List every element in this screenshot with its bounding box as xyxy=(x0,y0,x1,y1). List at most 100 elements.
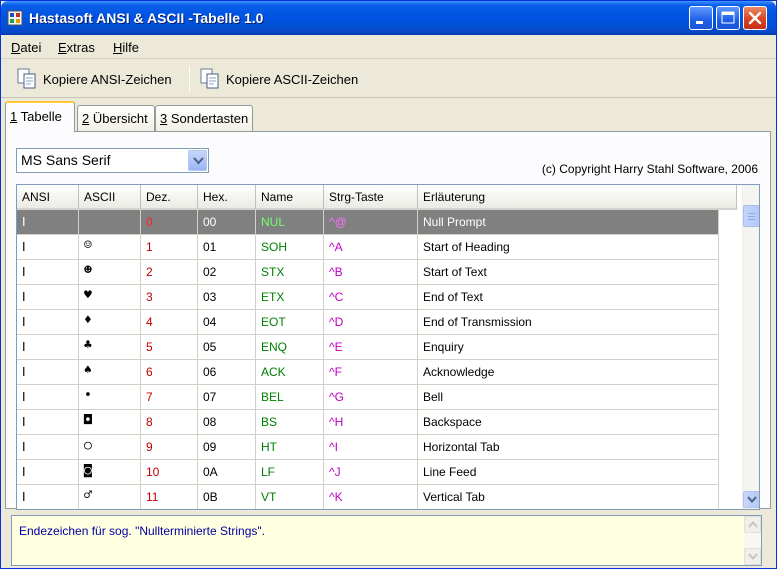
header-name[interactable]: Name xyxy=(256,185,324,210)
description-memo[interactable]: Endezeichen für sog. "Nullterminierte St… xyxy=(11,515,762,566)
cell-strg-taste: ^E xyxy=(324,335,418,359)
cell-hex: 07 xyxy=(198,385,256,409)
copy-ascii-label: Kopiere ASCII-Zeichen xyxy=(226,71,359,87)
table-row[interactable]: I ◙ 10 0A LF ^J Line Feed xyxy=(17,460,719,485)
cell-ansi: I xyxy=(17,485,79,509)
cell-name: ENQ xyxy=(256,335,324,359)
cell-dez: 10 xyxy=(141,460,198,484)
table-row[interactable]: I 0 00 NUL ^@ Null Prompt xyxy=(17,210,719,235)
chevron-down-icon xyxy=(748,553,758,561)
cell-name: LF xyxy=(256,460,324,484)
cell-erlaeuterung: Vertical Tab xyxy=(418,485,719,509)
cell-ansi: I xyxy=(17,410,79,434)
cell-name: EOT xyxy=(256,310,324,334)
app-icon[interactable] xyxy=(7,10,23,26)
table-row[interactable]: I ♣ 5 05 ENQ ^E Enquiry xyxy=(17,335,719,360)
cell-dez: 8 xyxy=(141,410,198,434)
cell-ascii: ◙ xyxy=(79,460,141,484)
table-row[interactable]: I ♠ 6 06 ACK ^F Acknowledge xyxy=(17,360,719,385)
cell-ansi: I xyxy=(17,360,79,384)
table-row[interactable]: I ♥ 3 03 ETX ^C End of Text xyxy=(17,285,719,310)
toolbar-separator xyxy=(189,66,190,92)
header-erlaeuterung[interactable]: Erläuterung xyxy=(418,185,737,210)
cell-hex: 08 xyxy=(198,410,256,434)
window-title: Hastasoft ANSI & ASCII -Tabelle 1.0 xyxy=(29,10,264,26)
cell-ascii: ◘ xyxy=(79,410,141,434)
tab-tabelle-label: Tabelle xyxy=(17,109,62,124)
cell-ascii: ☻ xyxy=(79,260,141,284)
scroll-down-button[interactable] xyxy=(743,491,759,508)
cell-ascii: ○ xyxy=(79,435,141,459)
table-row[interactable]: I ◘ 8 08 BS ^H Backspace xyxy=(17,410,719,435)
header-hex[interactable]: Hex. xyxy=(198,185,256,210)
cell-ascii: ♠ xyxy=(79,360,141,384)
header-ansi[interactable]: ANSI xyxy=(17,185,79,210)
header-dez[interactable]: Dez. xyxy=(141,185,198,210)
cell-hex: 00 xyxy=(198,210,256,234)
cell-name: BEL xyxy=(256,385,324,409)
cell-dez: 7 xyxy=(141,385,198,409)
cell-strg-taste: ^J xyxy=(324,460,418,484)
menu-extras[interactable]: Extras xyxy=(58,40,95,55)
copy-ascii-button[interactable]: Kopiere ASCII-Zeichen xyxy=(200,65,358,93)
tab-sondertasten[interactable]: 3 Sondertasten xyxy=(155,105,253,131)
cell-strg-taste: ^C xyxy=(324,285,418,309)
copy-ansi-button[interactable]: Kopiere ANSI-Zeichen xyxy=(17,65,172,93)
table-header: ANSI ASCII Dez. Hex. Name Strg-Taste Erl… xyxy=(17,185,737,210)
cell-ascii: ♣ xyxy=(79,335,141,359)
cell-name: BS xyxy=(256,410,324,434)
scrollbar-grip xyxy=(748,213,755,214)
menu-extras-mnemonic: E xyxy=(58,40,67,55)
table-row[interactable]: I ○ 9 09 HT ^I Horizontal Tab xyxy=(17,435,719,460)
table-row[interactable]: I ☺ 1 01 SOH ^A Start of Heading xyxy=(17,235,719,260)
header-ascii[interactable]: ASCII xyxy=(79,185,141,210)
cell-strg-taste: ^F xyxy=(324,360,418,384)
close-button[interactable] xyxy=(743,6,767,30)
chevron-up-icon xyxy=(748,521,758,528)
memo-scroll-up-button[interactable] xyxy=(744,516,761,533)
cell-dez: 2 xyxy=(141,260,198,284)
table-row[interactable]: I ♂ 11 0B VT ^K Vertical Tab xyxy=(17,485,719,509)
table-row[interactable]: I • 7 07 BEL ^G Bell xyxy=(17,385,719,410)
cell-erlaeuterung: Acknowledge xyxy=(418,360,719,384)
cell-erlaeuterung: Bell xyxy=(418,385,719,409)
scrollbar-grip xyxy=(748,219,755,220)
menu-datei[interactable]: Datei xyxy=(11,40,41,55)
cell-ascii: ☺ xyxy=(79,235,141,259)
cell-hex: 0B xyxy=(198,485,256,509)
table-row[interactable]: I ♦ 4 04 EOT ^D End of Transmission xyxy=(17,310,719,335)
table-body: I 0 00 NUL ^@ Null Prompt I ☺ 1 01 SOH ^A Start of H… xyxy=(17,210,719,509)
cell-name: ACK xyxy=(256,360,324,384)
header-strg-taste[interactable]: Strg-Taste xyxy=(324,185,418,210)
cell-dez: 11 xyxy=(141,485,198,509)
title-bar[interactable]: Hastasoft ANSI & ASCII -Tabelle 1.0 xyxy=(1,1,776,35)
cell-ascii: ♂ xyxy=(79,485,141,509)
cell-hex: 04 xyxy=(198,310,256,334)
tab-tabelle[interactable]: 1 Tabelle xyxy=(5,101,75,132)
ascii-table[interactable]: ANSI ASCII Dez. Hex. Name Strg-Taste Erl… xyxy=(16,184,760,510)
memo-scroll-down-button[interactable] xyxy=(744,548,761,565)
cell-ansi: I xyxy=(17,285,79,309)
tab-uebersicht[interactable]: 2 Übersicht xyxy=(77,105,155,131)
cell-hex: 01 xyxy=(198,235,256,259)
menu-datei-mnemonic: D xyxy=(11,40,21,55)
cell-name: ETX xyxy=(256,285,324,309)
table-row[interactable]: I ☻ 2 02 STX ^B Start of Text xyxy=(17,260,719,285)
cell-erlaeuterung: Backspace xyxy=(418,410,719,434)
scrollbar-thumb[interactable] xyxy=(743,205,759,227)
tab-sondertasten-label: Sondertasten xyxy=(167,111,249,126)
font-select-dropdown-button[interactable] xyxy=(188,150,207,171)
chevron-down-icon xyxy=(747,496,757,504)
cell-ascii: ♦ xyxy=(79,310,141,334)
cell-erlaeuterung: Enquiry xyxy=(418,335,719,359)
table-scrollbar[interactable] xyxy=(742,185,759,509)
scrollbar-grip xyxy=(748,216,755,217)
app-window: Hastasoft ANSI & ASCII -Tabelle 1.0 Date… xyxy=(0,0,777,569)
font-select-value: MS Sans Serif xyxy=(21,152,111,168)
maximize-button[interactable] xyxy=(716,6,740,30)
menu-hilfe[interactable]: Hilfe xyxy=(113,40,139,55)
minimize-button[interactable] xyxy=(689,6,713,30)
cell-ascii: • xyxy=(79,385,141,409)
font-select[interactable]: MS Sans Serif xyxy=(16,148,209,173)
memo-scrollbar[interactable] xyxy=(744,516,761,565)
